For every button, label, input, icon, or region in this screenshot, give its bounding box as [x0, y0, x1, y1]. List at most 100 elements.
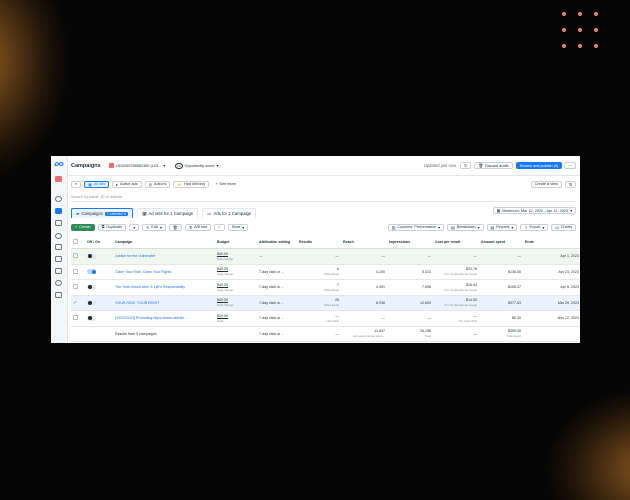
- delivery-icon: ⚡: [177, 182, 183, 187]
- status-toggle[interactable]: [85, 310, 113, 327]
- active-ads-filter[interactable]: ▸ Active ads: [112, 180, 142, 188]
- more-button[interactable]: More ▾: [227, 223, 249, 231]
- refresh-button[interactable]: ↻: [460, 162, 472, 169]
- search-toggle-button[interactable]: ⌕: [71, 180, 82, 188]
- budget-value[interactable]: $40.00: [217, 298, 228, 302]
- row-checkbox[interactable]: [71, 310, 85, 327]
- budget-type: Daily Range: [217, 272, 234, 277]
- gear-icon[interactable]: [55, 280, 62, 286]
- pages-icon[interactable]: [55, 220, 62, 226]
- megaphone-icon[interactable]: [55, 268, 62, 274]
- campaign-name-link[interactable]: The Truth About Uber & Lyft's Responsibi…: [115, 285, 185, 289]
- tab-campaigns[interactable]: ▰ Campaigns 1 selected ✕: [71, 208, 134, 218]
- table-row[interactable]: Claim Your Ride, Claim Your Rights $40.0…: [71, 264, 580, 280]
- row-checkbox[interactable]: [71, 279, 85, 296]
- campaign-name-link[interactable]: Claim Your Ride, Claim Your Rights: [115, 270, 171, 274]
- breakdown-button[interactable]: ▤ Breakdown ▾: [447, 223, 484, 231]
- grid-icon: ▦: [88, 182, 92, 187]
- results-value: 26: [335, 298, 339, 303]
- column-header[interactable]: Budget: [215, 236, 257, 249]
- chevron-down-icon: ▾: [242, 225, 245, 230]
- status-toggle[interactable]: [85, 295, 113, 311]
- charts-button[interactable]: ☑ Charts: [551, 223, 576, 231]
- tab-ad-sets[interactable]: ▦ Ad sets for 1 Campaign: [137, 208, 199, 218]
- row-checkbox[interactable]: [71, 248, 85, 265]
- column-header[interactable]: Amount spent: [479, 236, 523, 249]
- column-header[interactable]: Campaign: [113, 236, 215, 249]
- review-publish-button[interactable]: Review and publish (6): [515, 162, 563, 169]
- create-button[interactable]: + Create: [71, 223, 95, 231]
- status-toggle[interactable]: [85, 264, 113, 280]
- row-checkbox[interactable]: ✓: [71, 295, 85, 311]
- create-view-button[interactable]: Create a view: [530, 180, 562, 188]
- toggle-switch[interactable]: [87, 253, 96, 259]
- close-icon[interactable]: [55, 176, 62, 182]
- had-delivery-filter[interactable]: ⚡ Had delivery: [173, 180, 210, 188]
- column-header[interactable]: Impressions: [387, 236, 433, 249]
- search-input[interactable]: Search by name, ID or metrics: [71, 193, 576, 202]
- table-row[interactable]: ✓ YOUR RIDE, YOUR RIGHT $40.00 Daily Rang…: [71, 295, 580, 311]
- delete-button[interactable]: 🗑: [168, 223, 182, 231]
- actions-filter[interactable]: ◎ Actions: [144, 180, 171, 188]
- opportunity-score[interactable]: 90 Opportunity score ▾: [172, 162, 222, 169]
- totals-impressions-sub: Total: [424, 334, 431, 339]
- more-options-button[interactable]: ⋯: [564, 162, 576, 169]
- column-header[interactable]: Reach: [341, 236, 387, 249]
- updated-status: Updated just now: [423, 163, 457, 168]
- table-row[interactable]: The Truth About Uber & Lyft's Responsibi…: [71, 279, 580, 296]
- chart-icon[interactable]: [55, 244, 62, 250]
- active-ads-label: Active ads: [120, 182, 138, 186]
- export-button[interactable]: ⇪ Export ▾: [520, 223, 549, 231]
- cost-per-result-type: Per On-Facebook Leads: [444, 287, 477, 292]
- ab-test-button[interactable]: ⚗ A/B test: [184, 223, 212, 231]
- campaign-name-link[interactable]: [10/22/2024] Promoting https://www.oldmi…: [115, 316, 187, 320]
- status-toggle[interactable]: [85, 248, 113, 265]
- chevron-down-icon: ▾: [511, 225, 514, 230]
- edit-button[interactable]: ✎ Edit ▾: [142, 223, 166, 231]
- table-header-row: Off / On Campaign Budget Attribution set…: [71, 236, 580, 249]
- row-checkbox[interactable]: [71, 264, 85, 280]
- column-header[interactable]: Cost per result: [433, 236, 479, 249]
- duplicate-button[interactable]: ⧉ Duplicate: [97, 223, 127, 231]
- discard-drafts-button[interactable]: 🗑 Discard drafts: [474, 162, 513, 169]
- toggle-switch[interactable]: [87, 269, 96, 275]
- select-all-checkbox[interactable]: [71, 236, 85, 249]
- see-more-filter[interactable]: + See more: [212, 180, 239, 188]
- duplicate-dropdown[interactable]: ▾: [129, 223, 140, 231]
- gauge-icon[interactable]: [55, 196, 62, 202]
- column-header[interactable]: Results: [297, 236, 341, 249]
- campaign-name-link[interactable]: YOUR RIDE, YOUR RIGHT: [115, 301, 159, 305]
- amount-spent-value: $0.30: [512, 316, 521, 321]
- status-toggle[interactable]: [85, 279, 113, 296]
- account-selector[interactable]: 1815269788582480 (103... ▾: [105, 162, 169, 169]
- column-header[interactable]: Attribution setting: [257, 236, 297, 249]
- table-row[interactable]: [10/22/2024] Promoting https://www.oldmi…: [71, 310, 580, 327]
- reports-button[interactable]: ▤ Reports ▾: [486, 223, 518, 231]
- all-ads-filter[interactable]: ▦ All ads: [84, 180, 110, 188]
- toggle-switch[interactable]: [87, 315, 96, 321]
- view-settings-button[interactable]: ⇅: [564, 180, 576, 188]
- column-header[interactable]: Off / On: [85, 236, 113, 249]
- audience-icon[interactable]: [55, 233, 62, 239]
- date-range-picker[interactable]: ▦ Maximum: Mar 12, 2022 - Apr 12, 2023 ▾: [492, 207, 576, 214]
- grid-menu-icon[interactable]: [55, 292, 62, 298]
- toggle-switch[interactable]: [87, 284, 96, 290]
- plus-icon: +: [215, 182, 218, 186]
- tab-ads[interactable]: ▭ Ads for 1 Campaign: [202, 208, 257, 218]
- column-header[interactable]: Ends: [523, 236, 580, 249]
- tab-campaigns-label: Campaigns: [81, 211, 104, 216]
- toggle-switch[interactable]: [87, 300, 96, 306]
- table-row[interactable]: Justice for the Vulnerable $40.00 Daily R…: [71, 248, 580, 265]
- columns-button[interactable]: ▥ Columns: Performance ▾: [387, 223, 445, 231]
- amount-spent-value: $377.63: [508, 300, 521, 305]
- budget-value[interactable]: $40.00: [217, 267, 228, 271]
- checkmark-icon[interactable]: ✓: [73, 300, 77, 306]
- budget-value[interactable]: $40.00: [217, 252, 228, 256]
- budget-value[interactable]: $40.00: [217, 283, 228, 287]
- folder-icon: ▰: [76, 210, 80, 216]
- campaign-name-link[interactable]: Justice for the Vulnerable: [115, 254, 155, 258]
- billing-icon[interactable]: [55, 256, 62, 262]
- table-icon[interactable]: [55, 208, 62, 214]
- tag-button[interactable]: ⌂: [214, 223, 225, 231]
- budget-value[interactable]: $10.00: [217, 314, 228, 318]
